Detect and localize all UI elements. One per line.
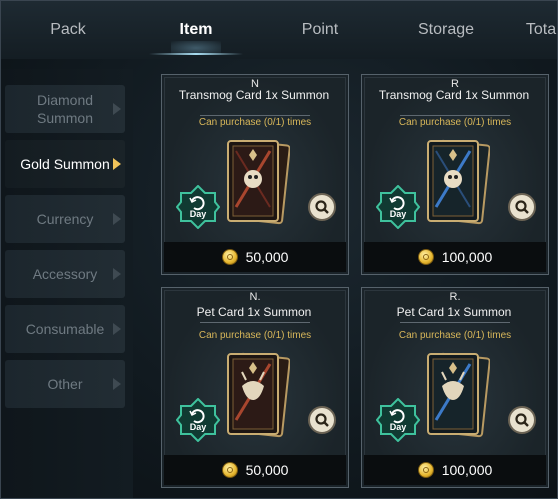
- purchase-limit: Can purchase (0/1) times: [198, 117, 312, 128]
- shop-window: Pack Item Point Storage Tota Diamond Sum…: [0, 0, 558, 499]
- card-title: Pet Card 1x Summon: [396, 305, 512, 319]
- card-title: Pet Card 1x Summon: [196, 305, 312, 319]
- title-divider: [400, 322, 510, 323]
- magnifier-icon: [515, 200, 529, 214]
- price-value: 50,000: [245, 249, 289, 265]
- arrow-right-icon: [113, 378, 121, 390]
- octagon-badge-icon: [176, 398, 220, 442]
- magnifier-icon: [315, 200, 329, 214]
- price-value: 50,000: [245, 462, 289, 478]
- sidebar-item-label: Gold Summon: [20, 156, 110, 172]
- product-card-transmog-n[interactable]: N Transmog Card 1x Summon Can purchase (…: [161, 74, 349, 275]
- category-sidebar: Diamond Summon Gold Summon Currency Acce…: [1, 69, 133, 498]
- sidebar-item-accessory[interactable]: Accessory: [5, 250, 125, 298]
- octagon-badge-icon: [376, 398, 420, 442]
- title-divider: [200, 115, 310, 116]
- badge-label: Day: [389, 422, 407, 432]
- price-bar[interactable]: 50,000: [164, 455, 346, 485]
- product-card-pet-n[interactable]: N. Pet Card 1x Summon Can purchase (0/1)…: [161, 287, 349, 488]
- view-details-button[interactable]: [308, 193, 336, 221]
- arrow-right-icon: [113, 103, 121, 115]
- price-bar[interactable]: 100,000: [364, 242, 546, 272]
- product-card-transmog-r[interactable]: R Transmog Card 1x Summon Can purchase (…: [361, 74, 549, 275]
- badge-label: Day: [189, 209, 207, 219]
- gold-coin-icon: [221, 462, 238, 478]
- badge-label: Day: [389, 209, 407, 219]
- tab-pack[interactable]: Pack: [21, 1, 115, 59]
- badge-label: Day: [189, 422, 207, 432]
- arrow-right-icon: [113, 158, 121, 170]
- transmog-card-icon: [427, 139, 490, 225]
- sidebar-item-gold-summon[interactable]: Gold Summon: [5, 140, 125, 188]
- arrow-right-icon: [113, 213, 121, 225]
- tab-storage[interactable]: Storage: [399, 1, 493, 59]
- daily-limit-badge: Day: [176, 185, 220, 229]
- sidebar-item-label: Other: [47, 376, 83, 392]
- price-bar[interactable]: 100,000: [364, 455, 546, 485]
- tab-bar: Pack Item Point Storage Tota: [1, 1, 557, 59]
- price-value: 100,000: [441, 249, 493, 265]
- price-value: 100,000: [441, 462, 493, 478]
- purchase-limit: Can purchase (0/1) times: [398, 330, 512, 341]
- product-card-pet-r[interactable]: R. Pet Card 1x Summon Can purchase (0/1)…: [361, 287, 549, 488]
- octagon-badge-icon: [176, 185, 220, 229]
- purchase-limit: Can purchase (0/1) times: [198, 330, 312, 341]
- card-title: Transmog Card 1x Summon: [378, 88, 530, 102]
- view-details-button[interactable]: [508, 406, 536, 434]
- daily-limit-badge: Day: [176, 398, 220, 442]
- sidebar-item-other[interactable]: Other: [5, 360, 125, 408]
- title-divider: [400, 115, 510, 116]
- sidebar-item-consumable[interactable]: Consumable: [5, 305, 125, 353]
- card-grade: R.: [449, 291, 461, 303]
- gold-coin-icon: [417, 462, 434, 478]
- sidebar-item-label: Consumable: [25, 321, 105, 337]
- sidebar-item-diamond-summon[interactable]: Diamond Summon: [5, 85, 125, 133]
- sidebar-item-label: Currency: [36, 211, 94, 227]
- daily-limit-badge: Day: [376, 185, 420, 229]
- magnifier-icon: [315, 413, 329, 427]
- gold-coin-icon: [417, 249, 434, 265]
- sidebar-item-currency[interactable]: Currency: [5, 195, 125, 243]
- active-tab-underline: [149, 53, 243, 55]
- arrow-right-icon: [113, 268, 121, 280]
- pet-card-icon: [427, 352, 490, 438]
- card-title: Transmog Card 1x Summon: [178, 88, 330, 102]
- card-grade: N.: [249, 291, 261, 303]
- view-details-button[interactable]: [308, 406, 336, 434]
- title-divider: [200, 322, 310, 323]
- sidebar-item-label: Accessory: [32, 266, 98, 282]
- view-details-button[interactable]: [508, 193, 536, 221]
- gold-coin-icon: [221, 249, 238, 265]
- price-bar[interactable]: 50,000: [164, 242, 346, 272]
- purchase-limit: Can purchase (0/1) times: [398, 117, 512, 128]
- pet-card-icon: [227, 352, 290, 438]
- tab-point[interactable]: Point: [273, 1, 367, 59]
- magnifier-icon: [515, 413, 529, 427]
- daily-limit-badge: Day: [376, 398, 420, 442]
- octagon-badge-icon: [376, 185, 420, 229]
- transmog-card-icon: [227, 139, 290, 225]
- sidebar-item-label: Diamond Summon: [36, 92, 94, 126]
- arrow-right-icon: [113, 323, 121, 335]
- tab-total[interactable]: Tota: [511, 1, 557, 59]
